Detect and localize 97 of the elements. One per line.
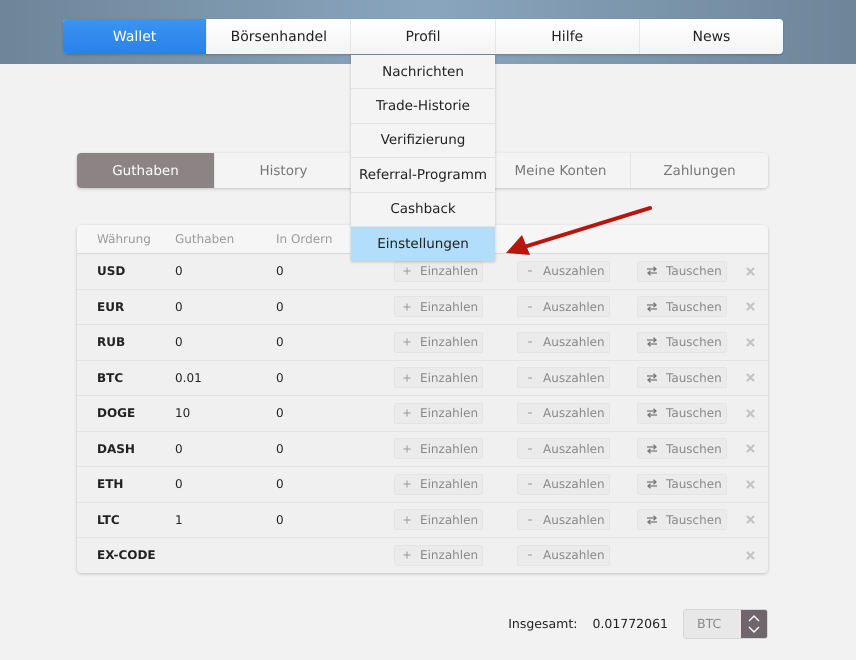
withdraw-button[interactable]: Auszahlen bbox=[517, 474, 610, 495]
column-header: Währung bbox=[97, 232, 152, 246]
in-orders-cell: 0 bbox=[276, 512, 284, 527]
exchange-button[interactable]: Tauschen bbox=[637, 260, 727, 282]
swap-icon bbox=[646, 266, 658, 276]
in-orders-cell: 0 bbox=[276, 442, 284, 456]
menu-item[interactable]: Verifizierung bbox=[351, 124, 495, 158]
deposit-button[interactable]: Einzahlen bbox=[394, 474, 483, 495]
balance-cell: 0 bbox=[175, 335, 183, 350]
currency-cell-text: USD bbox=[97, 264, 126, 278]
close-icon[interactable] bbox=[746, 373, 755, 382]
in-orders-cell: 0 bbox=[276, 370, 284, 385]
nav-tab[interactable]: Profil bbox=[350, 19, 495, 54]
deposit-button[interactable]: Einzahlen bbox=[394, 402, 483, 424]
exchange-button[interactable]: Tauschen bbox=[637, 509, 727, 530]
nav-tab[interactable]: Börsenhandel bbox=[206, 19, 350, 54]
withdraw-button[interactable]: Auszahlen bbox=[517, 438, 610, 460]
withdraw-button[interactable]: Auszahlen bbox=[517, 332, 610, 353]
deposit-button[interactable]: Einzahlen bbox=[394, 438, 483, 460]
plus-icon bbox=[403, 444, 411, 453]
plus-icon bbox=[403, 374, 411, 382]
in-orders-cell: 0 bbox=[276, 335, 284, 350]
stepper-icon bbox=[741, 610, 767, 638]
plus-icon bbox=[403, 267, 411, 276]
withdraw-button[interactable]: Auszahlen bbox=[517, 260, 610, 282]
nav-tab[interactable]: Hilfe bbox=[494, 19, 639, 54]
exchange-button[interactable]: Tauschen bbox=[637, 296, 727, 318]
in-orders-cell: 0 bbox=[276, 477, 284, 492]
deposit-button[interactable]: Einzahlen bbox=[394, 367, 483, 388]
currency-cell-text: LTC bbox=[97, 512, 121, 527]
close-icon[interactable] bbox=[746, 408, 755, 418]
menu-item[interactable]: Referral-Programm bbox=[351, 158, 495, 193]
exchange-button[interactable]: Tauschen bbox=[637, 474, 727, 495]
in-orders-cell: 0 bbox=[276, 300, 284, 314]
close-icon[interactable] bbox=[746, 444, 755, 454]
column-header: Guthaben bbox=[175, 232, 236, 246]
currency-cell-text: DOGE bbox=[97, 406, 136, 420]
balance-cell: 0 bbox=[175, 477, 183, 492]
currency-cell-text: DASH bbox=[97, 442, 136, 456]
deposit-button[interactable]: Einzahlen bbox=[394, 296, 483, 318]
tab[interactable]: Guthaben bbox=[77, 153, 214, 188]
currency-select[interactable]: BTC bbox=[683, 608, 768, 638]
exchange-button[interactable]: Tauschen bbox=[637, 332, 727, 353]
exchange-button[interactable]: Tauschen bbox=[637, 438, 727, 460]
plus-icon bbox=[403, 302, 411, 311]
withdraw-button[interactable]: Auszahlen bbox=[517, 296, 610, 318]
withdraw-button[interactable]: Auszahlen bbox=[517, 544, 610, 566]
deposit-button[interactable]: Einzahlen bbox=[394, 509, 483, 530]
tab[interactable]: Zahlungen bbox=[630, 153, 768, 188]
currency-cell-text: RUB bbox=[97, 335, 126, 350]
in-orders-cell: 0 bbox=[276, 406, 284, 420]
exchange-button[interactable]: Tauschen bbox=[637, 367, 727, 388]
close-icon[interactable] bbox=[746, 480, 755, 489]
close-icon[interactable] bbox=[746, 302, 755, 312]
plus-icon bbox=[403, 480, 411, 488]
balance-cell: 10 bbox=[175, 406, 190, 420]
swap-icon bbox=[646, 408, 658, 418]
menu-item[interactable]: Einstellungen bbox=[351, 226, 495, 262]
close-icon[interactable] bbox=[746, 515, 755, 524]
close-icon[interactable] bbox=[746, 550, 755, 560]
menu-item[interactable]: Cashback bbox=[351, 192, 495, 227]
plus-icon bbox=[403, 516, 411, 524]
swap-icon bbox=[646, 337, 658, 348]
close-icon[interactable] bbox=[746, 338, 755, 347]
deposit-button[interactable]: Einzahlen bbox=[394, 332, 483, 353]
currency-cell-text: BTC bbox=[97, 370, 124, 385]
deposit-button[interactable]: Einzahlen bbox=[394, 260, 483, 282]
nav-tab[interactable]: News bbox=[638, 19, 783, 54]
menu-item[interactable]: Trade-Historie bbox=[351, 89, 495, 124]
swap-icon bbox=[646, 479, 658, 490]
balance-cell: 0.01 bbox=[175, 370, 202, 385]
withdraw-button[interactable]: Auszahlen bbox=[517, 509, 610, 530]
swap-icon bbox=[646, 514, 658, 525]
total-label: Insgesamt: bbox=[508, 616, 578, 631]
withdraw-button[interactable]: Auszahlen bbox=[517, 402, 610, 424]
plus-icon bbox=[403, 409, 411, 418]
menu-item[interactable]: Nachrichten bbox=[351, 55, 495, 90]
withdraw-button[interactable]: Auszahlen bbox=[517, 367, 610, 388]
balance-cell: 0 bbox=[175, 442, 183, 456]
plus-icon bbox=[403, 338, 411, 346]
exchange-button[interactable]: Tauschen bbox=[637, 402, 727, 424]
balance-cell: 1 bbox=[175, 512, 183, 527]
total-value: 0.01772061 bbox=[592, 616, 668, 631]
nav-tab[interactable]: Wallet bbox=[63, 19, 206, 54]
currency-cell-text: EX-CODE bbox=[97, 548, 157, 562]
balance-cell: 0 bbox=[175, 300, 183, 314]
tab[interactable]: History bbox=[214, 153, 352, 188]
swap-icon bbox=[646, 444, 658, 454]
swap-icon bbox=[646, 302, 658, 312]
close-icon[interactable] bbox=[746, 266, 755, 276]
in-orders-cell: 0 bbox=[276, 264, 284, 278]
plus-icon bbox=[403, 551, 411, 560]
balance-cell: 0 bbox=[175, 264, 183, 278]
currency-cell-text: ETH bbox=[97, 477, 124, 492]
deposit-button[interactable]: Einzahlen bbox=[394, 544, 483, 566]
swap-icon bbox=[646, 372, 658, 383]
currency-cell-text: EUR bbox=[97, 300, 126, 314]
